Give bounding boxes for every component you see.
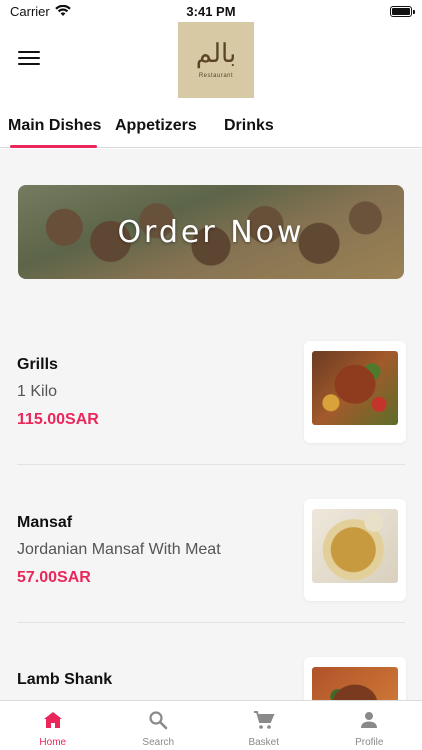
- menu-item-mansaf[interactable]: Mansaf Jordanian Mansaf With Meat 57.00S…: [0, 487, 422, 627]
- grills-photo: [312, 351, 398, 425]
- item-image: [304, 499, 406, 601]
- nav-home[interactable]: Home: [0, 701, 106, 750]
- tab-drinks[interactable]: Drinks: [224, 117, 274, 135]
- home-icon: [42, 709, 64, 731]
- item-name: Mansaf: [17, 514, 73, 531]
- battery-icon: [390, 5, 415, 17]
- restaurant-logo: بالم Restaurant: [178, 22, 254, 98]
- menu-icon-bar: [18, 63, 40, 65]
- item-description: 1 Kilo: [17, 383, 58, 400]
- menu-icon-bar: [18, 51, 40, 53]
- mansaf-photo: [312, 509, 398, 583]
- person-icon: [358, 709, 380, 731]
- item-price: 57.00SAR: [17, 569, 91, 586]
- item-description: Jordanian Mansaf With Meat: [17, 541, 221, 558]
- app-header: بالم Restaurant: [0, 22, 422, 100]
- nav-label: Home: [39, 737, 67, 748]
- item-image: [304, 341, 406, 443]
- menu-item-grills[interactable]: Grills 1 Kilo 115.00SAR: [0, 329, 422, 469]
- menu-icon-bar: [18, 57, 40, 59]
- divider: [17, 622, 405, 623]
- menu-button[interactable]: [18, 48, 40, 68]
- logo-subtitle: Restaurant: [198, 73, 234, 79]
- banner-text: Order Now: [117, 214, 305, 250]
- active-tab-indicator: [10, 145, 97, 148]
- item-name: Lamb Shank: [17, 671, 113, 688]
- item-image: [304, 657, 406, 700]
- lamb-shank-photo: [312, 667, 398, 700]
- tab-appetizers[interactable]: Appetizers: [115, 117, 197, 135]
- item-price: 115.00SAR: [17, 411, 99, 428]
- nav-label: Search: [142, 737, 175, 748]
- nav-label: Profile: [355, 737, 384, 748]
- nav-profile[interactable]: Profile: [317, 701, 422, 750]
- order-now-banner[interactable]: Order Now: [18, 185, 404, 279]
- cart-icon: [253, 709, 275, 731]
- tab-main-dishes[interactable]: Main Dishes: [8, 117, 101, 135]
- nav-label: Basket: [248, 737, 280, 748]
- search-icon: [147, 709, 169, 731]
- nav-basket[interactable]: Basket: [211, 701, 317, 750]
- nav-search[interactable]: Search: [106, 701, 212, 750]
- status-time: 3:41 PM: [186, 3, 236, 19]
- menu-list[interactable]: Order Now Grills 1 Kilo 115.00SAR Mansaf…: [0, 149, 422, 700]
- logo-mark: بالم: [195, 39, 237, 69]
- category-tabs: Main Dishes Appetizers Drinks: [0, 100, 422, 148]
- status-bar: Carrier 3:41 PM: [0, 0, 422, 22]
- divider: [17, 464, 405, 465]
- menu-item-lamb-shank[interactable]: Lamb Shank: [0, 645, 422, 700]
- bottom-navigation: Home Search Basket Profile: [0, 700, 422, 750]
- item-name: Grills: [17, 356, 58, 373]
